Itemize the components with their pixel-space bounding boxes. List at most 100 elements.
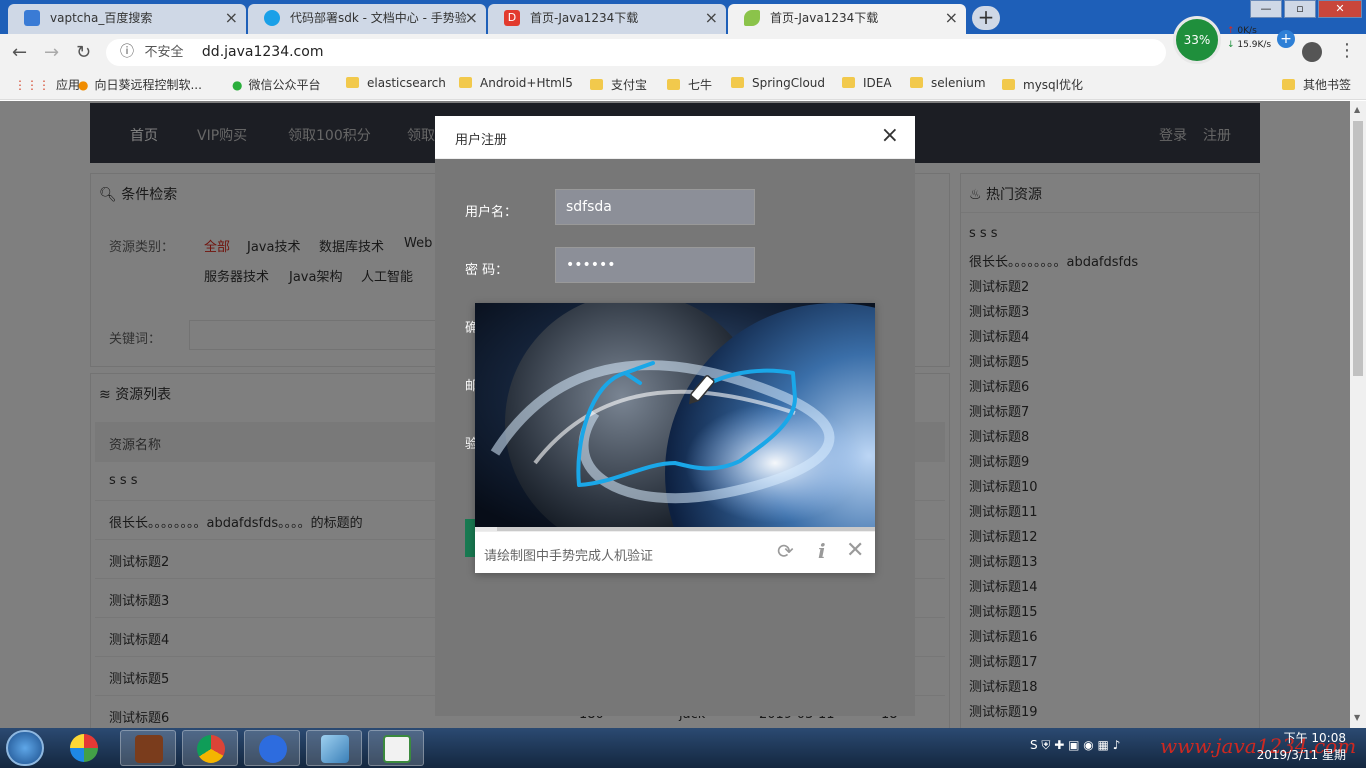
taskbar-app[interactable] (368, 730, 424, 766)
captcha-image[interactable] (475, 303, 875, 531)
taskbar-app[interactable] (56, 730, 112, 766)
scrollbar-thumb[interactable] (1353, 121, 1363, 376)
info-circle-icon[interactable]: ⓘ (120, 44, 134, 60)
refresh-icon[interactable]: ⟳ (777, 541, 794, 561)
bookmark-item[interactable]: elasticsearch (346, 76, 446, 90)
url-input[interactable]: ⓘ 不安全 dd.java1234.com (106, 39, 1166, 66)
system-tray-icons[interactable]: S ⛨ ✚ ▣ ◉ ▦ ♪ (1030, 738, 1120, 753)
color-balls-icon (70, 734, 98, 762)
wechat-icon: ● (232, 78, 243, 92)
new-tab-button[interactable]: + (972, 6, 1000, 30)
bookmark-label: mysql优化 (1023, 78, 1083, 92)
clock-time: 下午 10:08 (1283, 731, 1346, 745)
bookmark-item[interactable]: ● 向日葵远程控制软... (78, 76, 202, 93)
taskbar-app[interactable] (120, 730, 176, 766)
notepad-icon (321, 735, 349, 763)
tab-close-icon[interactable]: × (225, 4, 238, 32)
java1234-d-icon: D (504, 10, 520, 26)
address-bar-row: ← → ↻ ⓘ 不安全 dd.java1234.com ⋮ (0, 34, 1366, 70)
windows-start-icon[interactable] (6, 730, 44, 766)
net-speeds: ↑ 0K/s ↓ 15.9K/s (1227, 26, 1272, 50)
close-icon[interactable]: × (881, 125, 899, 147)
bookmark-item[interactable]: 七牛 (667, 76, 712, 93)
tab-close-icon[interactable]: × (465, 4, 478, 32)
leaf-icon (744, 10, 760, 26)
modal-header: 用户注册 × (435, 116, 915, 159)
profile-avatar-icon[interactable] (1302, 42, 1322, 62)
forward-arrow-icon[interactable]: → (44, 42, 59, 63)
vaptcha-shield-icon (264, 10, 280, 26)
username-label: 用户名： (465, 205, 518, 220)
scroll-up-arrow-icon[interactable]: ▲ (1354, 105, 1360, 114)
close-icon[interactable]: ✕ (846, 540, 864, 562)
bookmark-label: elasticsearch (367, 76, 446, 90)
editor-icon (383, 735, 411, 763)
bookmark-label: SpringCloud (752, 76, 826, 90)
folder-icon (731, 77, 744, 88)
bookmark-item[interactable]: ● 微信公众平台 (232, 76, 321, 93)
kebab-menu-icon[interactable]: ⋮ (1338, 40, 1356, 61)
bookmark-item[interactable]: mysql优化 (1002, 76, 1083, 93)
bookmark-label: 支付宝 (611, 78, 648, 92)
browser-tab[interactable]: vaptcha_百度搜索 × (8, 4, 246, 34)
bookmark-item[interactable]: Android+Html5 (459, 76, 573, 90)
password-input[interactable]: •••••• (555, 247, 755, 283)
bookmark-label: 应用 (56, 78, 81, 92)
captcha-hint: 请绘制图中手势完成人机验证 (484, 549, 654, 564)
password-label: 密 码： (465, 263, 509, 278)
bookmark-label: Android+Html5 (480, 76, 573, 90)
windows-taskbar: S ⛨ ✚ ▣ ◉ ▦ ♪ www.java1234.com 下午 10:08 … (0, 728, 1366, 768)
bookmark-item[interactable]: SpringCloud (731, 76, 825, 90)
network-speed-widget[interactable]: 33% ↑ 0K/s ↓ 15.9K/s + (1173, 16, 1301, 64)
taskbar-app[interactable] (244, 730, 300, 766)
eclipse-javaee-icon (135, 735, 163, 763)
sunflower-icon: ● (78, 78, 89, 92)
bookmark-apps[interactable]: ⋮⋮⋮ 应用 (14, 76, 80, 93)
folder-icon (346, 77, 359, 88)
captcha-canvas[interactable] (475, 303, 875, 531)
url-text: dd.java1234.com (201, 44, 324, 60)
browser-tab[interactable]: D 首页-Java1234下载 × (488, 4, 726, 34)
browser-tab-active[interactable]: 首页-Java1234下载 × (728, 4, 966, 34)
tab-close-icon[interactable]: × (705, 4, 718, 32)
clock-date: 2019/3/11 星期一 (1256, 748, 1346, 768)
captcha-footer: 请绘制图中手势完成人机验证 ⟳ i ✕ (475, 531, 875, 573)
back-arrow-icon[interactable]: ← (12, 42, 27, 63)
folder-icon (842, 77, 855, 88)
bookmark-label: 七牛 (688, 78, 713, 92)
bookmark-item[interactable]: selenium (910, 76, 986, 90)
reload-icon[interactable]: ↻ (76, 42, 91, 63)
bookmark-item[interactable]: IDEA (842, 76, 892, 90)
bookmark-other[interactable]: 其他书签 (1282, 76, 1351, 93)
scroll-down-arrow-icon[interactable]: ▼ (1354, 713, 1360, 722)
folder-icon (1002, 79, 1015, 90)
folder-icon (910, 77, 923, 88)
upload-speed: 0K/s (1237, 26, 1257, 36)
bookmarks-bar: ⋮⋮⋮ 应用 ● 向日葵远程控制软... ● 微信公众平台 elasticsearch… (0, 70, 1366, 100)
bookmark-label: IDEA (863, 76, 892, 90)
info-icon[interactable]: i (818, 541, 826, 561)
browser-tab[interactable]: 代码部署sdk - 文档中心 - 手势验 × (248, 4, 486, 34)
memory-usage-ring: 33% (1173, 16, 1221, 64)
folder-icon (667, 79, 680, 90)
close-window-button[interactable]: ✕ (1318, 0, 1362, 18)
tab-close-icon[interactable]: × (945, 4, 958, 32)
page-scrollbar[interactable]: ▲ ▼ (1350, 101, 1366, 728)
baidu-paw-icon (24, 10, 40, 26)
bookmark-label: 向日葵远程控制软... (94, 78, 202, 92)
insecure-label: 不安全 (144, 45, 184, 60)
browser-tab-bar: vaptcha_百度搜索 × 代码部署sdk - 文档中心 - 手势验 × D … (0, 0, 1366, 34)
tab-title: 首页-Java1234下载 (770, 11, 879, 25)
modal-title: 用户注册 (455, 133, 508, 148)
folder-icon (459, 77, 472, 88)
taskbar-app[interactable] (306, 730, 362, 766)
username-input[interactable]: sdfsda (555, 189, 755, 225)
apps-grid-icon: ⋮⋮⋮ (14, 78, 50, 92)
system-clock[interactable]: 下午 10:08 2019/3/11 星期一 (1246, 730, 1346, 768)
plus-icon[interactable]: + (1277, 30, 1295, 48)
bookmark-item[interactable]: 支付宝 (590, 76, 647, 93)
tab-title: vaptcha_百度搜索 (50, 11, 153, 25)
tab-title: 首页-Java1234下载 (530, 11, 639, 25)
taskbar-app[interactable] (182, 730, 238, 766)
download-speed: 15.9K/s (1237, 40, 1272, 50)
